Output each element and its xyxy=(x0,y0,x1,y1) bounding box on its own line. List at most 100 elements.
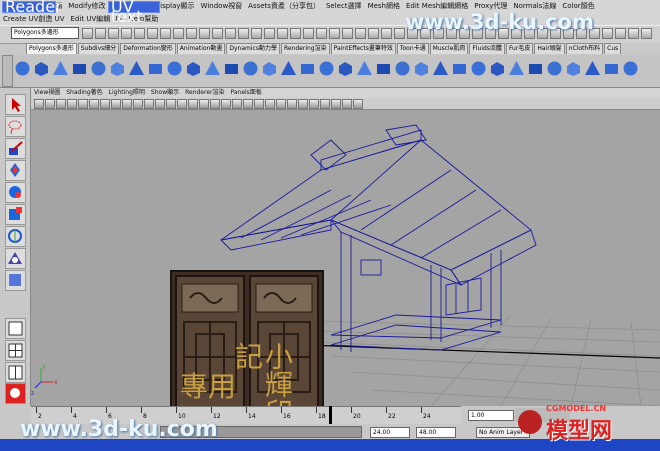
panel-menu-item[interactable]: Renderer渲染 xyxy=(182,88,227,98)
range-start-field[interactable]: 24.00 xyxy=(370,427,410,438)
manipulator-tool-icon[interactable] xyxy=(5,226,26,247)
panel-menu-item[interactable]: Lighting照明 xyxy=(106,88,148,98)
polygon-shelf-icon[interactable] xyxy=(603,60,620,77)
polygon-shelf-icon[interactable] xyxy=(147,60,164,77)
polygon-shelf-icon[interactable] xyxy=(527,60,544,77)
status-tool-icon[interactable] xyxy=(329,28,340,39)
panel-tool-icon[interactable] xyxy=(287,99,297,109)
menu-item[interactable]: Select選擇 xyxy=(323,0,365,13)
polygon-shelf-icon[interactable] xyxy=(356,60,373,77)
panel-menu-item[interactable]: View視圖 xyxy=(31,88,63,98)
status-tool-icon[interactable] xyxy=(368,28,379,39)
layout-split-icon[interactable] xyxy=(5,362,26,383)
panel-tool-icon[interactable] xyxy=(100,99,110,109)
polygon-shelf-icon[interactable] xyxy=(432,60,449,77)
polygon-shelf-icon[interactable] xyxy=(413,60,430,77)
panel-tool-icon[interactable] xyxy=(298,99,308,109)
polygon-shelf-icon[interactable] xyxy=(565,60,582,77)
panel-tool-icon[interactable] xyxy=(210,99,220,109)
status-tool-icon[interactable] xyxy=(381,28,392,39)
status-tool-icon[interactable] xyxy=(238,28,249,39)
shelf-tab[interactable]: Hair頭髮 xyxy=(534,43,565,54)
polygon-shelf-icon[interactable] xyxy=(280,60,297,77)
panel-tool-icon[interactable] xyxy=(309,99,319,109)
panel-menu-item[interactable]: Panels面板 xyxy=(228,88,265,98)
panel-tool-icon[interactable] xyxy=(320,99,330,109)
status-tool-icon[interactable] xyxy=(147,28,158,39)
status-tool-icon[interactable] xyxy=(160,28,171,39)
shelf-tab[interactable]: Fluids流體 xyxy=(469,43,505,54)
panel-tool-icon[interactable] xyxy=(34,99,44,109)
shelf-tab[interactable]: Rendering渲染 xyxy=(280,43,330,54)
time-cursor[interactable] xyxy=(329,406,332,424)
status-tool-icon[interactable] xyxy=(186,28,197,39)
status-tool-icon[interactable] xyxy=(355,28,366,39)
panel-tool-icon[interactable] xyxy=(254,99,264,109)
status-tool-icon[interactable] xyxy=(303,28,314,39)
panel-tool-icon[interactable] xyxy=(199,99,209,109)
range-end-field[interactable]: 48.00 xyxy=(416,427,456,438)
panel-tool-icon[interactable] xyxy=(188,99,198,109)
shelf-tab[interactable]: Animation動畫 xyxy=(176,43,226,54)
panel-tool-icon[interactable] xyxy=(265,99,275,109)
menu-item[interactable]: Modify修改 xyxy=(65,0,108,13)
polygon-shelf-icon[interactable] xyxy=(33,60,50,77)
panel-tool-icon[interactable] xyxy=(243,99,253,109)
panel-tool-icon[interactable] xyxy=(89,99,99,109)
layout-four-icon[interactable] xyxy=(5,340,26,361)
status-tool-icon[interactable] xyxy=(82,28,93,39)
status-tool-icon[interactable] xyxy=(95,28,106,39)
status-tool-icon[interactable] xyxy=(277,28,288,39)
panel-tool-icon[interactable] xyxy=(133,99,143,109)
panel-tool-icon[interactable] xyxy=(232,99,242,109)
status-tool-icon[interactable] xyxy=(394,28,405,39)
shelf-tab[interactable]: Toon卡通 xyxy=(396,43,429,54)
mode-selector[interactable]: Polygons多邊形 xyxy=(11,27,79,39)
shelf-tab[interactable]: Subdivs細分 xyxy=(77,43,120,54)
status-tool-icon[interactable] xyxy=(316,28,327,39)
shelf-tab[interactable]: Deformation變形 xyxy=(120,43,176,54)
status-tool-icon[interactable] xyxy=(628,28,639,39)
viewport-3d[interactable]: y x z xyxy=(31,110,660,406)
shelf-tab[interactable]: Polygons多邊形 xyxy=(26,43,77,54)
status-tool-icon[interactable] xyxy=(264,28,275,39)
polygon-shelf-icon[interactable] xyxy=(52,60,69,77)
panel-tool-icon[interactable] xyxy=(221,99,231,109)
taskbar-item-reader[interactable]: Reader xyxy=(2,0,62,15)
status-tool-icon[interactable] xyxy=(212,28,223,39)
panel-tool-icon[interactable] xyxy=(276,99,286,109)
status-tool-icon[interactable] xyxy=(290,28,301,39)
polygon-shelf-icon[interactable] xyxy=(71,60,88,77)
polygon-shelf-icon[interactable] xyxy=(185,60,202,77)
polygon-shelf-icon[interactable] xyxy=(204,60,221,77)
panel-tool-icon[interactable] xyxy=(78,99,88,109)
polygon-shelf-icon[interactable] xyxy=(223,60,240,77)
polygon-shelf-icon[interactable] xyxy=(242,60,259,77)
panel-tool-icon[interactable] xyxy=(353,99,363,109)
menu-item[interactable]: Assets資產（分享包） xyxy=(245,0,323,13)
panel-tool-icon[interactable] xyxy=(45,99,55,109)
panel-tool-icon[interactable] xyxy=(166,99,176,109)
lasso-tool-icon[interactable] xyxy=(5,116,26,137)
panel-menu-item[interactable]: Shading著色 xyxy=(63,88,105,98)
rotate-tool-icon[interactable] xyxy=(5,182,26,203)
polygon-shelf-icon[interactable] xyxy=(318,60,335,77)
shelf-menu-icon[interactable] xyxy=(2,55,13,87)
panel-tool-icon[interactable] xyxy=(331,99,341,109)
current-frame-field[interactable]: 1.00 xyxy=(468,410,514,421)
last-tool-icon[interactable] xyxy=(5,270,26,291)
polygon-shelf-icon[interactable] xyxy=(584,60,601,77)
status-tool-icon[interactable] xyxy=(225,28,236,39)
status-tool-icon[interactable] xyxy=(615,28,626,39)
polygon-shelf-icon[interactable] xyxy=(14,60,31,77)
status-tool-icon[interactable] xyxy=(199,28,210,39)
polygon-shelf-icon[interactable] xyxy=(109,60,126,77)
polygon-shelf-icon[interactable] xyxy=(508,60,525,77)
polygon-shelf-icon[interactable] xyxy=(470,60,487,77)
outliner-icon[interactable] xyxy=(5,383,26,404)
panel-tool-icon[interactable] xyxy=(67,99,77,109)
panel-tool-icon[interactable] xyxy=(56,99,66,109)
panel-tool-icon[interactable] xyxy=(111,99,121,109)
move-tool-icon[interactable] xyxy=(5,160,26,181)
polygon-shelf-icon[interactable] xyxy=(622,60,639,77)
